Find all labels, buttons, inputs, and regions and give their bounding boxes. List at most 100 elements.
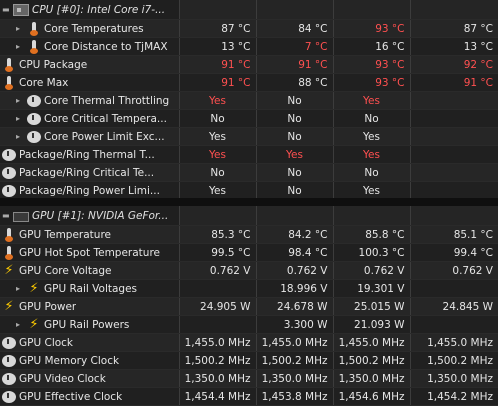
minimum-value: 18.996 V (255, 279, 333, 298)
average-value: 85.1 °C (409, 225, 498, 244)
average-value: 1,350.0 MHz (409, 369, 498, 388)
maximum-value: 21.093 W (332, 315, 410, 334)
sensor-row[interactable]: ▸ Core Temperatures 87 °C 84 °C 93 °C 87 °C (0, 19, 498, 38)
sensor-label: Core Temperatures (44, 22, 144, 35)
sensor-row[interactable]: GPU Memory Clock 1,500.2 MHz 1,500.2 MHz 1,… (0, 351, 498, 370)
sensor-row[interactable]: GPU Video Clock 1,350.0 MHz 1,350.0 MHz 1,3… (0, 369, 498, 388)
sensor-label-cell: GPU Temperature (0, 225, 179, 244)
sensor-label: GPU Rail Voltages (44, 282, 138, 295)
expand-icon[interactable]: ▸ (16, 132, 25, 141)
maximum-value: 1,500.2 MHz (332, 351, 410, 370)
sensor-label: GPU Power (19, 300, 77, 313)
expand-icon[interactable]: ▸ (16, 24, 25, 33)
sensor-label-cell: Package/Ring Thermal T... (0, 145, 179, 164)
minimum-value: 91 °C (255, 55, 333, 74)
sensor-row[interactable]: ⚡ GPU Power 24.905 W 24.678 W 25.015 W 24.845… (0, 297, 498, 316)
expand-icon[interactable]: ▸ (16, 96, 25, 105)
maximum-value: Yes (332, 145, 410, 164)
sensor-row[interactable]: ▸ Core Power Limit Exc... Yes No Yes (0, 127, 498, 146)
minimum-value: 84.2 °C (255, 225, 333, 244)
sensor-row[interactable]: GPU Temperature 85.3 °C 84.2 °C 85.8 °C 85.1… (0, 225, 498, 244)
clock-icon (2, 167, 16, 179)
sensor-label-cell: GPU Effective Clock (0, 387, 179, 406)
minimum-value: 7 °C (255, 37, 333, 56)
maximum-value: Yes (332, 181, 410, 200)
maximum-value: No (332, 109, 410, 128)
maximum-value: 0.762 V (332, 261, 410, 280)
sensor-row[interactable]: ⚡ GPU Core Voltage 0.762 V 0.762 V 0.762 V 0.… (0, 261, 498, 280)
maximum-value: 1,455.0 MHz (332, 333, 410, 352)
sensor-row[interactable]: GPU Clock 1,455.0 MHz 1,455.0 MHz 1,455.0 M… (0, 333, 498, 352)
minimum-value: 84 °C (255, 19, 333, 38)
sensor-row[interactable]: ▸ ⚡ GPU Rail Voltages 18.996 V 19.301 V (0, 279, 498, 298)
clock-icon (27, 95, 41, 107)
gpu-chip-icon (13, 212, 29, 222)
expand-icon[interactable]: ▸ (16, 284, 25, 293)
average-value (409, 127, 498, 146)
thermometer-icon (2, 57, 16, 72)
sensor-row[interactable]: ▸ Core Critical Tempera... No No No (0, 109, 498, 128)
sensor-label: GPU Memory Clock (19, 354, 120, 367)
clock-icon (2, 149, 16, 161)
thermometer-icon (27, 39, 41, 54)
average-value (409, 279, 498, 298)
gpu-section-title: GPU [#1]: NVIDIA GeFor... (32, 209, 169, 222)
expand-icon[interactable]: ▸ (16, 320, 25, 329)
sensor-label-cell: ▸ ⚡ GPU Rail Powers (0, 315, 179, 334)
sensor-row[interactable]: ▸ ⚡ GPU Rail Powers 3.300 W 21.093 W (0, 315, 498, 334)
sensor-label-cell: Package/Ring Critical Te... (0, 163, 179, 182)
minimum-value: 1,453.8 MHz (255, 387, 333, 406)
gpu-sensor-table: ▬ GPU [#1]: NVIDIA GeFor... GPU Temperat… (0, 206, 498, 406)
sensor-row[interactable]: CPU Package 91 °C 91 °C 93 °C 92 °C (0, 55, 498, 74)
sensor-label-cell: ⚡ GPU Core Voltage (0, 261, 179, 280)
sensor-label-cell: GPU Hot Spot Temperature (0, 243, 179, 262)
average-value (409, 181, 498, 200)
average-value (409, 109, 498, 128)
sensor-row[interactable]: Package/Ring Power Limi... Yes No Yes (0, 181, 498, 200)
lightning-icon: ⚡ (29, 280, 39, 296)
sensor-label: GPU Hot Spot Temperature (19, 246, 160, 259)
average-value: 24.845 W (409, 297, 498, 316)
current-value: 87 °C (178, 19, 256, 38)
cpu-section-header[interactable]: ▬ CPU [#0]: Intel Core i7-... (0, 0, 498, 20)
clock-icon (27, 131, 41, 143)
average-value: 1,500.2 MHz (409, 351, 498, 370)
thermometer-icon (2, 245, 16, 260)
sensor-row[interactable]: ▸ Core Distance to TjMAX 13 °C 7 °C 16 °C 13 … (0, 37, 498, 56)
current-value: Yes (178, 145, 256, 164)
sensor-label: Core Max (19, 76, 69, 89)
sensor-row[interactable]: Package/Ring Thermal T... Yes Yes Yes (0, 145, 498, 164)
current-value: 24.905 W (178, 297, 256, 316)
average-value: 99.4 °C (409, 243, 498, 262)
minimum-value: No (255, 109, 333, 128)
maximum-value: 93 °C (332, 19, 410, 38)
sensor-row[interactable]: Core Max 91 °C 88 °C 93 °C 91 °C (0, 73, 498, 92)
collapse-icon[interactable]: ▬ (2, 5, 11, 14)
current-value: 1,350.0 MHz (178, 369, 256, 388)
thermometer-icon (2, 227, 16, 242)
thermometer-icon (2, 75, 16, 90)
maximum-value: 1,350.0 MHz (332, 369, 410, 388)
sensor-row[interactable]: GPU Hot Spot Temperature 99.5 °C 98.4 °C 10… (0, 243, 498, 262)
collapse-icon[interactable]: ▬ (2, 211, 11, 220)
minimum-value: 1,350.0 MHz (255, 369, 333, 388)
gpu-section-header[interactable]: ▬ GPU [#1]: NVIDIA GeFor... (0, 206, 498, 226)
expand-icon[interactable]: ▸ (16, 114, 25, 123)
sensor-label: GPU Clock (19, 336, 74, 349)
average-value: 0.762 V (409, 261, 498, 280)
current-value: 1,455.0 MHz (178, 333, 256, 352)
sensor-label: CPU Package (19, 58, 88, 71)
sensor-label-cell: ▸ ⚡ GPU Rail Voltages (0, 279, 179, 298)
average-value (409, 163, 498, 182)
sensor-row[interactable]: GPU Effective Clock 1,454.4 MHz 1,453.8 MH… (0, 387, 498, 406)
sensor-label: Core Thermal Throttling (44, 94, 170, 107)
lightning-icon: ⚡ (4, 298, 14, 314)
expand-icon[interactable]: ▸ (16, 42, 25, 51)
sensor-row[interactable]: ▸ Core Thermal Throttling Yes No Yes (0, 91, 498, 110)
maximum-value: 1,454.6 MHz (332, 387, 410, 406)
thermometer-icon (27, 21, 41, 36)
clock-icon (2, 355, 16, 367)
sensor-row[interactable]: Package/Ring Critical Te... No No No (0, 163, 498, 182)
current-value: No (178, 109, 256, 128)
gpu-sensor-panel: ▬ GPU [#1]: NVIDIA GeFor... GPU Temperat… (0, 206, 498, 406)
